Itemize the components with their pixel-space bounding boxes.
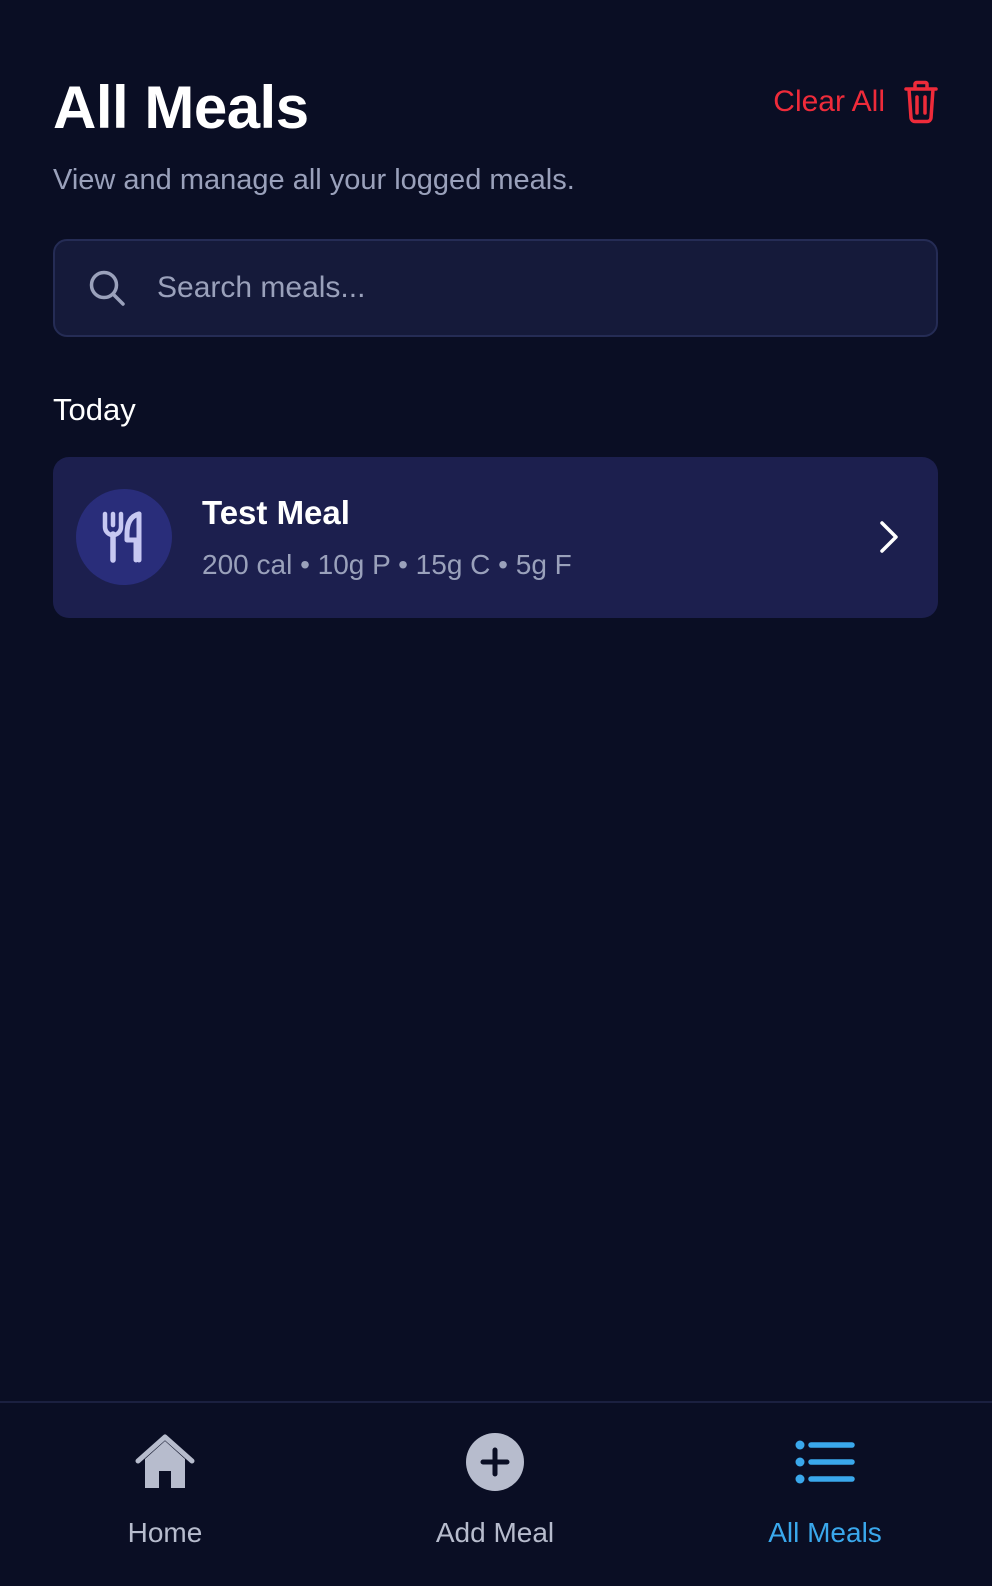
page-subtitle: View and manage all your logged meals. (53, 164, 575, 196)
clear-all-label: Clear All (773, 85, 885, 118)
trash-icon (904, 80, 938, 124)
search-box[interactable] (53, 239, 938, 337)
tab-home-label: Home (127, 1517, 203, 1548)
search-input[interactable] (157, 258, 936, 318)
meal-macros: 200 cal • 10g P • 15g C • 5g F (202, 549, 572, 580)
page-title: All Meals (53, 74, 309, 141)
meal-name: Test Meal (202, 494, 350, 531)
search-icon (89, 270, 125, 306)
tab-all-meals[interactable]: All Meals (660, 1403, 990, 1586)
utensils-icon (102, 511, 142, 563)
tab-add-meal[interactable]: Add Meal (330, 1403, 660, 1586)
plus-circle-icon (466, 1433, 524, 1491)
tab-home[interactable]: Home (0, 1403, 330, 1586)
clear-all-button[interactable]: Clear All (773, 77, 939, 127)
home-icon (135, 1434, 195, 1488)
chevron-right-icon (880, 521, 898, 553)
section-heading-today: Today (53, 392, 136, 427)
tab-all-meals-label: All Meals (768, 1517, 882, 1548)
meal-avatar (76, 489, 172, 585)
meal-card[interactable]: Test Meal 200 cal • 10g P • 15g C • 5g F (53, 457, 938, 618)
list-icon (795, 1440, 855, 1484)
all-meals-screen: All Meals Clear All View and manage all … (0, 0, 992, 1586)
header: All Meals Clear All (53, 62, 939, 142)
tab-add-meal-label: Add Meal (435, 1517, 555, 1548)
tab-bar: Home Add Meal All Meals (0, 1401, 992, 1586)
